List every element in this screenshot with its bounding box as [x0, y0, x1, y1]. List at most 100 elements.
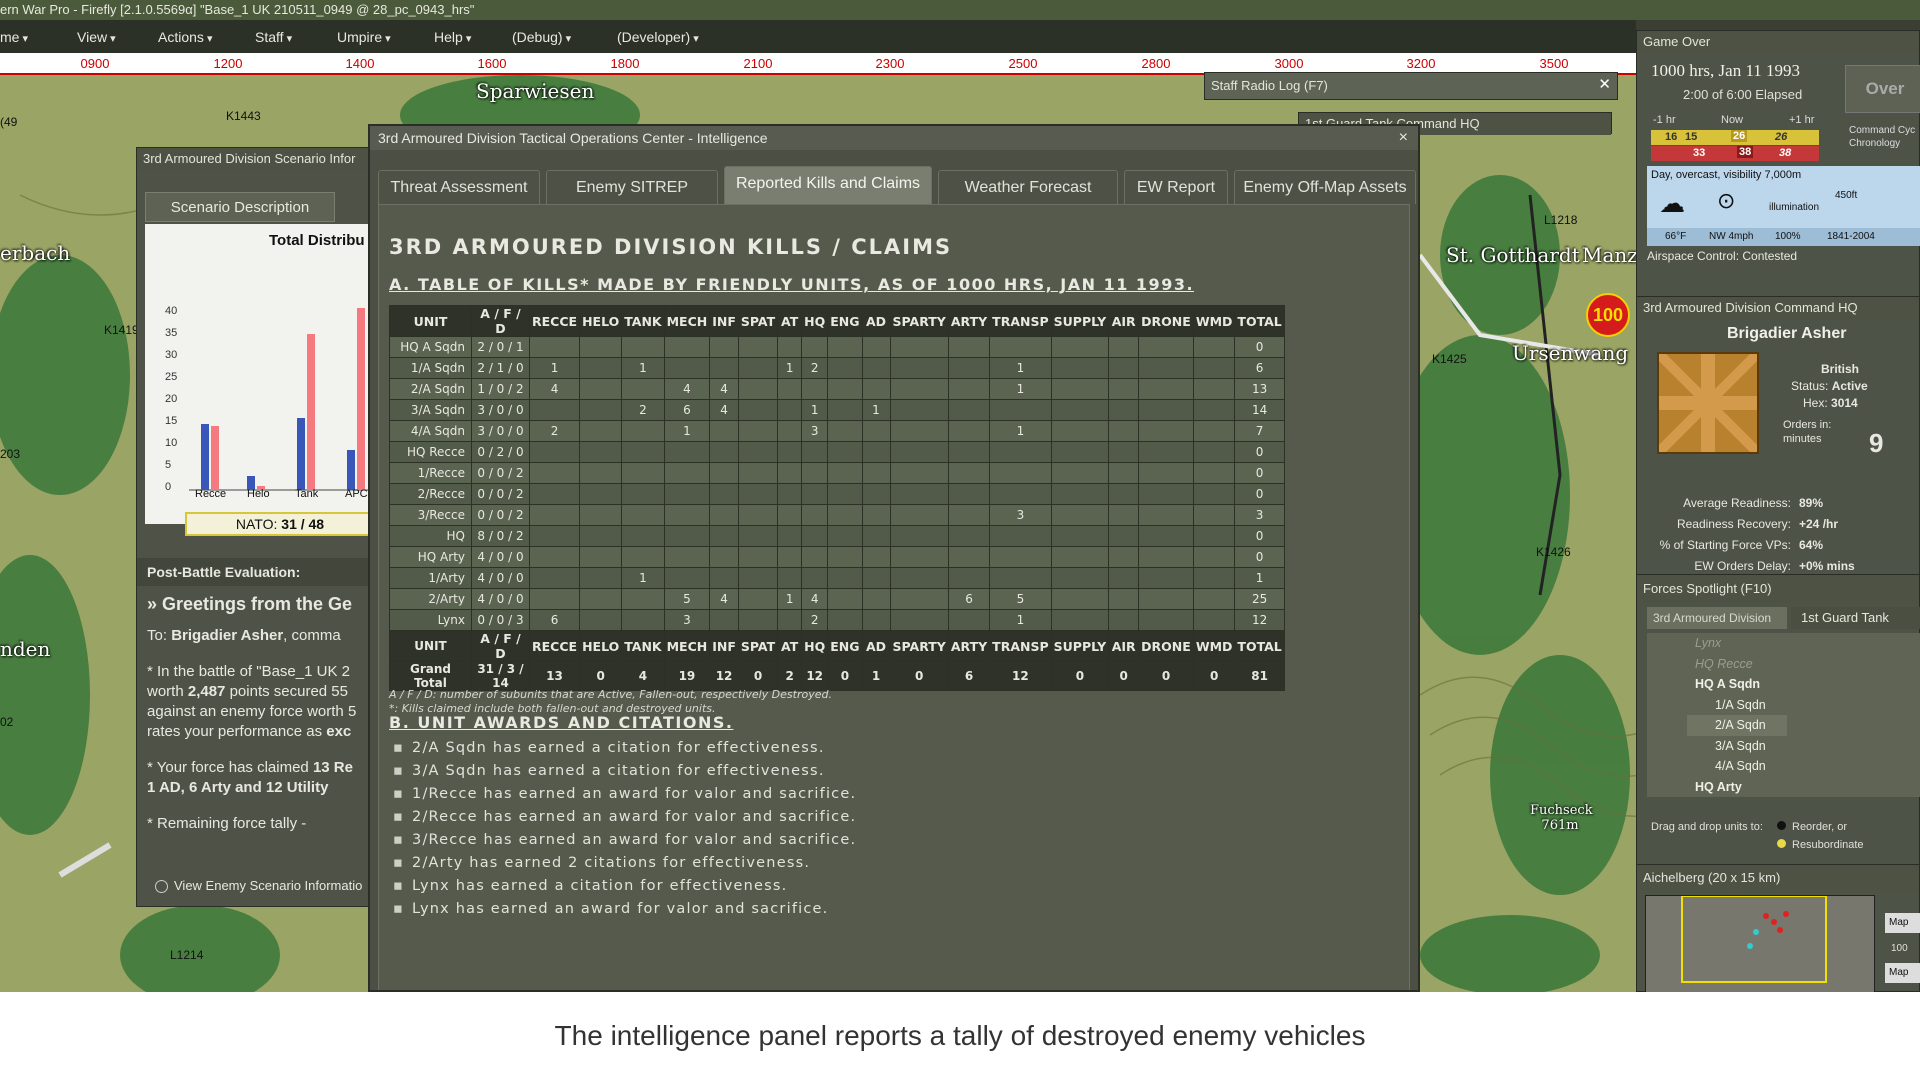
unit-tree-item[interactable]: HQ Arty	[1647, 777, 1920, 798]
table-cell	[801, 441, 829, 463]
table-cell	[827, 525, 863, 547]
points-value: 2,487	[187, 683, 226, 700]
chart-title: Total Distribu	[269, 232, 365, 249]
table-cell	[1050, 378, 1110, 400]
column-header: SPARTY	[889, 630, 949, 662]
table-cell	[1050, 504, 1110, 526]
staff-radio-log-panel[interactable]: Staff Radio Log (F7) ✕	[1204, 72, 1618, 100]
tab-threat-assessment[interactable]: Threat Assessment	[378, 170, 540, 204]
table-cell: 3	[663, 609, 711, 631]
map-button[interactable]: Map	[1885, 913, 1920, 933]
bar	[307, 334, 315, 490]
total-cell: 13	[528, 661, 581, 691]
menu-staff[interactable]: Staff	[255, 29, 292, 45]
unit-tree-item[interactable]: 3/A Sqdn	[1647, 736, 1920, 757]
tab-enemy-offmap-assets[interactable]: Enemy Off-Map Assets	[1234, 170, 1416, 204]
tab-scenario-description[interactable]: Scenario Description	[145, 192, 335, 222]
reorder-option[interactable]: Reorder, or	[1777, 821, 1847, 833]
table-cell	[1050, 525, 1110, 547]
unit-tree-item[interactable]: HQ Recce	[1647, 654, 1920, 675]
unit-name-cell: 1/Arty	[389, 567, 472, 589]
table-row: HQ Recce 0 / 2 / 0 0	[389, 441, 1285, 463]
ruler-label: 2300	[875, 56, 905, 71]
map-ref: 203	[0, 447, 21, 461]
table-cell	[801, 336, 829, 358]
table-cell: 1	[621, 567, 665, 589]
table-cell	[663, 525, 711, 547]
menu-actions[interactable]: Actions	[158, 29, 213, 45]
yellow-value: 26	[1731, 130, 1748, 142]
menu-umpire[interactable]: Umpire	[337, 29, 391, 45]
tab-enemy-sitrep[interactable]: Enemy SITREP	[546, 170, 718, 204]
table-cell: 2 / 1 / 0	[471, 357, 530, 379]
table-cell	[1138, 399, 1194, 421]
wind-icon: ⊙	[1717, 188, 1736, 213]
y-axis-ticks: 40 35 30 25 20 15 10 5 0	[165, 300, 177, 498]
game-over-button[interactable]: Over	[1845, 65, 1920, 113]
chronology-links[interactable]: Command Cyc Chronology	[1849, 124, 1915, 150]
table-row: Lynx 0 / 0 / 3 6 3 2 1 12	[389, 609, 1285, 631]
table-cell	[1138, 441, 1194, 463]
unit-tree-item[interactable]: 4/A Sqdn	[1647, 756, 1920, 777]
airspace-status: Airspace Control: Contested	[1647, 249, 1798, 263]
table-cell	[709, 420, 739, 442]
enemy-unit-marker[interactable]: 100	[1586, 293, 1630, 337]
unit-tree-item[interactable]: HQ A Sqdn	[1647, 674, 1920, 695]
table-cell	[827, 483, 863, 505]
unit-tree-item[interactable]: Lynx	[1647, 633, 1920, 654]
table-cell	[827, 546, 863, 568]
table-cell	[947, 504, 991, 526]
table-cell: 5	[989, 588, 1052, 610]
view-enemy-info-checkbox[interactable]: View Enemy Scenario Informatio	[155, 878, 362, 894]
map-button[interactable]: Map	[1885, 963, 1920, 983]
table-cell: 4 / 0 / 0	[471, 567, 530, 589]
table-cell	[777, 525, 803, 547]
y-tick: 35	[165, 327, 178, 339]
table-row: 2/Arty 4 / 0 / 0 5 4 1 4 6 5 25	[389, 588, 1285, 610]
to-prefix: To:	[147, 627, 168, 644]
table-cell	[1138, 588, 1194, 610]
minimap-view[interactable]	[1645, 895, 1875, 993]
table-cell: 4	[709, 399, 739, 421]
table-cell: 3 / 0 / 0	[471, 420, 530, 442]
unit-tree-item-selected[interactable]: 2/A Sqdn	[1687, 715, 1787, 736]
table-cell	[579, 378, 623, 400]
table-cell: 4	[663, 378, 711, 400]
table-cell	[663, 567, 711, 589]
total-cell: 0	[1138, 661, 1194, 691]
resubordinate-option[interactable]: Resubordinate	[1777, 839, 1864, 851]
award-item: Lynx has earned a citation for effective…	[393, 878, 856, 901]
table-cell	[737, 483, 779, 505]
menu-view[interactable]: View	[77, 29, 116, 45]
column-header: RECCE	[528, 305, 581, 337]
game-time: 1000 hrs, Jan 11 1993	[1651, 61, 1801, 80]
recovery-label: Readiness Recovery:	[1676, 517, 1791, 531]
table-cell	[947, 336, 991, 358]
place-label: Sparwiesen	[476, 79, 595, 103]
ruler-label: 0900	[80, 56, 110, 71]
column-header: MECH	[663, 630, 711, 662]
table-cell	[777, 609, 803, 631]
tab-weather-forecast[interactable]: Weather Forecast	[938, 170, 1118, 204]
table-cell	[1108, 588, 1140, 610]
tab-3rd-armoured[interactable]: 3rd Armoured Division	[1647, 607, 1787, 629]
tab-1st-guard-tank[interactable]: 1st Guard Tank	[1791, 607, 1920, 629]
table-cell	[737, 588, 779, 610]
table-cell	[1050, 399, 1110, 421]
table-cell: 0	[1234, 546, 1285, 568]
menu-game[interactable]: me	[0, 29, 28, 45]
menu-developer[interactable]: (Developer)	[617, 29, 699, 45]
column-header: SPAT	[737, 630, 779, 662]
close-icon[interactable]: ✕	[1598, 75, 1611, 93]
y-tick: 25	[165, 371, 178, 383]
reorder-label: Reorder, or	[1792, 821, 1848, 833]
table-cell: 6	[947, 588, 991, 610]
menu-help[interactable]: Help	[434, 29, 471, 45]
table-cell	[579, 357, 623, 379]
unit-tree-item[interactable]: 1/A Sqdn	[1647, 695, 1920, 716]
tab-reported-kills[interactable]: Reported Kills and Claims	[724, 166, 932, 204]
award-item: 3/Recce has earned an award for valor an…	[393, 832, 856, 855]
close-icon[interactable]: ×	[1399, 126, 1408, 150]
tab-ew-report[interactable]: EW Report	[1124, 170, 1228, 204]
menu-debug[interactable]: (Debug)	[512, 29, 571, 45]
